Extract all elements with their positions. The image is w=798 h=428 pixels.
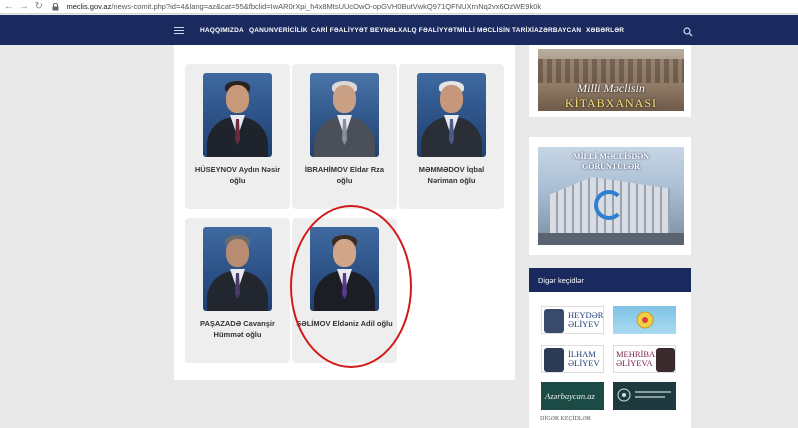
- link-label: Azərbaycan.az: [545, 391, 595, 401]
- member-card[interactable]: HÜSEYNOV Aydın Nəsir oğlu: [185, 64, 290, 209]
- url-field[interactable]: meclis.gov.az/news-comit.php?id=4&lang=a…: [66, 2, 798, 11]
- member-name[interactable]: HÜSEYNOV Aydın Nəsir oğlu: [189, 164, 286, 186]
- gallery-title-line1: MİLLİ MƏCLİSDƏN: [572, 152, 650, 161]
- url-host: meclis.gov.az: [66, 2, 112, 11]
- other-links-header: Digər keçidlər: [529, 268, 691, 292]
- link-azerbaycan-az[interactable]: Azərbaycan.az: [541, 382, 604, 410]
- reload-icon[interactable]: ↻: [33, 1, 45, 13]
- hamburger-menu-icon[interactable]: [174, 27, 184, 34]
- url-path: /news-comit.php?id=4&lang=az&cat=55&fbcl…: [111, 2, 542, 11]
- member-card[interactable]: MƏMMƏDOV İqbal Nəriman oğlu: [399, 64, 504, 209]
- nav-item-milli-meclisin-tarixi[interactable]: MİLLİ MƏCLİSİN TARİXİ: [457, 27, 534, 34]
- gallery-title-line2: GÖRÜNTÜLƏR: [582, 162, 640, 171]
- gallery-banner[interactable]: MİLLİ MƏCLİSDƏN GÖRÜNTÜLƏR: [529, 137, 691, 255]
- library-title-line2: KİTABXANASI: [564, 96, 658, 110]
- library-image[interactable]: Milli Məclisin KİTABXANASI: [538, 49, 684, 111]
- member-name[interactable]: İBRAHİMOV Eldar Rza oğlu: [296, 164, 393, 186]
- back-arrow-icon[interactable]: ←: [3, 1, 15, 13]
- nav-item-azerbaycan[interactable]: AZƏRBAYCAN: [534, 27, 581, 34]
- portrait-icon: [544, 309, 564, 333]
- link-label: İLHAM ƏLİYEV: [568, 349, 600, 368]
- nav-item-cari-fealiyyet[interactable]: CARİ FƏALİYYƏT: [311, 27, 368, 34]
- nav-item-qanunvericilik[interactable]: QANUNVERİCİLİK: [249, 27, 308, 34]
- link-label: HEYDƏR ƏLİYEV: [568, 310, 604, 329]
- main-navbar: HAQQIMIZDA QANUNVERİCİLİK CARİ FƏALİYYƏT…: [0, 15, 798, 45]
- highlight-ellipse: [290, 205, 412, 368]
- member-name[interactable]: MƏMMƏDOV İqbal Nəriman oğlu: [403, 164, 500, 186]
- nav-item-xeberler[interactable]: XƏBƏRLƏR: [586, 27, 624, 34]
- link-label: MEHRİBAN ƏLİYEVA: [616, 349, 662, 368]
- member-name[interactable]: PAŞAZADƏ Cavanşir Hümmət oğlu: [189, 318, 286, 340]
- search-icon[interactable]: [683, 24, 693, 37]
- other-links-title: Digər keçidlər: [538, 276, 584, 285]
- link-mehriban-aliyeva[interactable]: MEHRİBAN ƏLİYEVA: [613, 345, 676, 373]
- library-title-line1: Milli Məclisin: [577, 81, 645, 95]
- portrait-icon: [544, 348, 564, 372]
- center-logo-icon: [617, 388, 631, 402]
- member-card[interactable]: İBRAHİMOV Eldar Rza oğlu: [292, 64, 397, 209]
- link-emblem[interactable]: [613, 306, 676, 334]
- parliament-logo-icon: [594, 190, 624, 220]
- member-photo[interactable]: [203, 73, 272, 157]
- member-photo[interactable]: [203, 227, 272, 311]
- member-photo[interactable]: [310, 73, 379, 157]
- forward-arrow-icon[interactable]: →: [18, 1, 30, 13]
- member-photo[interactable]: [417, 73, 486, 157]
- lock-icon[interactable]: [51, 2, 61, 12]
- other-links-footer: DİGƏR KEÇİDLƏR: [540, 416, 591, 422]
- emblem-icon: [636, 311, 654, 329]
- parliament-building-image[interactable]: MİLLİ MƏCLİSDƏN GÖRÜNTÜLƏR: [538, 147, 684, 245]
- nav-item-beynelxalq-fealiyyet[interactable]: BEYNƏLXALQ FƏALİYYƏT: [370, 27, 457, 34]
- portrait-icon: [656, 348, 675, 372]
- link-multiculturalism-center[interactable]: [613, 382, 676, 410]
- browser-address-bar: ← → ↻ meclis.gov.az/news-comit.php?id=4&…: [0, 0, 798, 14]
- link-ilham-aliyev[interactable]: İLHAM ƏLİYEV: [541, 345, 604, 373]
- nav-item-haqqimizda[interactable]: HAQQIMIZDA: [200, 27, 244, 34]
- library-banner[interactable]: Milli Məclisin KİTABXANASI: [529, 45, 691, 117]
- other-links-panel: HEYDƏR ƏLİYEV İLHAM ƏLİYEV MEHRİBAN ƏLİY…: [529, 292, 691, 428]
- member-card[interactable]: PAŞAZADƏ Cavanşir Hümmət oğlu: [185, 218, 290, 363]
- link-heydar-aliyev[interactable]: HEYDƏR ƏLİYEV: [541, 306, 604, 334]
